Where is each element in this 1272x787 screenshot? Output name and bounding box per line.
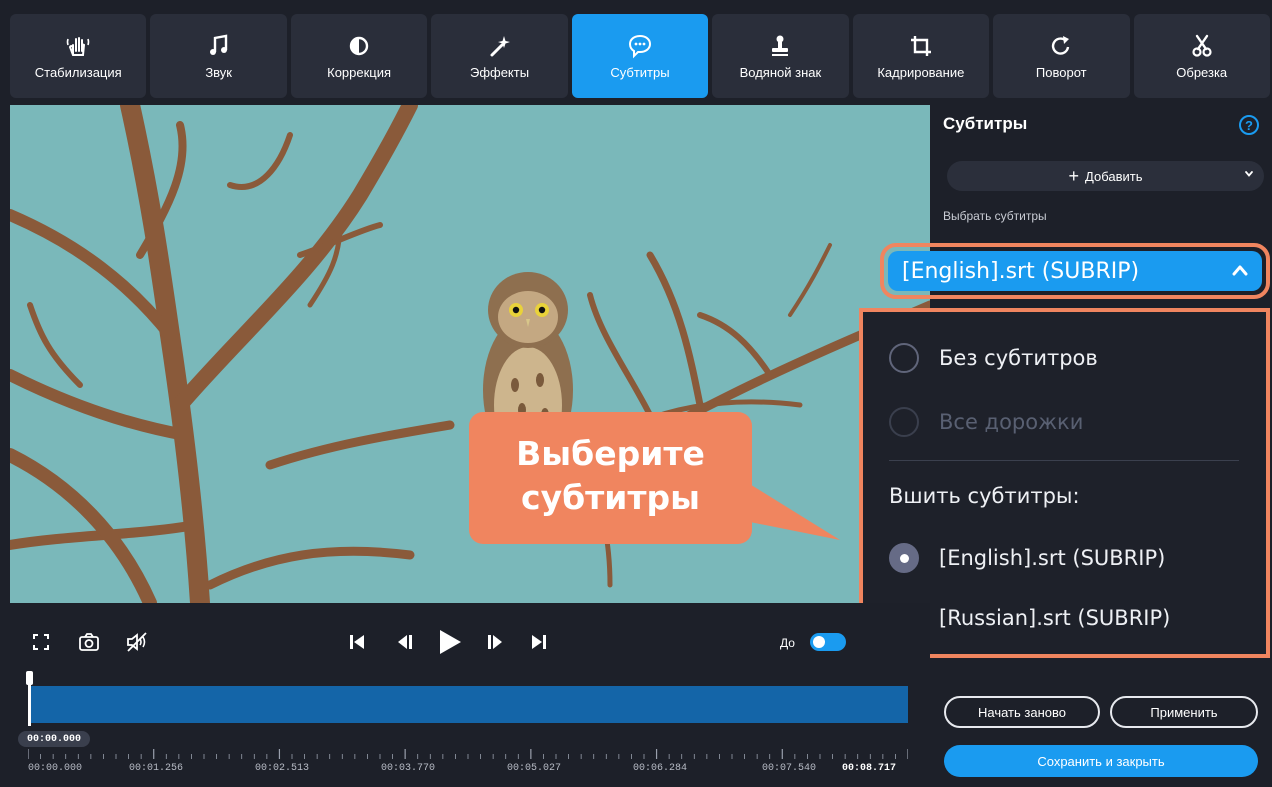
tab-effects[interactable]: Эффекты <box>431 14 568 98</box>
tick-label: 00:01.256 <box>129 763 184 774</box>
option-no-subtitles[interactable]: Без субтитров <box>889 340 1098 376</box>
previous-frame-icon[interactable] <box>394 631 416 653</box>
music-note-icon <box>209 34 227 55</box>
choose-subtitles-label: Выбрать субтитры <box>943 209 1047 223</box>
hint-callout: Выберите субтитры <box>469 412 752 544</box>
subtitle-select-field[interactable]: [English].srt (SUBRIP) <box>888 251 1262 291</box>
tick-label: 00:05.027 <box>507 763 562 774</box>
radio-button-selected[interactable] <box>889 543 919 573</box>
apply-button[interactable]: Применить <box>1110 696 1258 728</box>
mute-icon[interactable] <box>126 631 148 653</box>
tool-tabs: Стабилизация Звук Коррекция Эффекты Субт… <box>10 14 1270 98</box>
fullscreen-icon[interactable] <box>30 631 52 653</box>
crop-icon <box>910 35 931 56</box>
scissors-icon <box>1192 34 1212 57</box>
radio-button <box>889 407 919 437</box>
chevron-up-icon <box>1232 265 1248 276</box>
radio-button[interactable] <box>889 343 919 373</box>
restart-button[interactable]: Начать заново <box>944 696 1100 728</box>
burn-subtitles-label: Вшить субтитры: <box>889 484 1080 508</box>
video-track[interactable] <box>28 686 908 723</box>
tab-rotate[interactable]: Поворот <box>993 14 1130 98</box>
plus-icon: + <box>1068 165 1080 186</box>
tab-watermark[interactable]: Водяной знак <box>712 14 849 98</box>
tab-trim[interactable]: Обрезка <box>1133 14 1270 98</box>
subtitle-select-value: [English].srt (SUBRIP) <box>902 258 1140 284</box>
playback-controls: До <box>10 603 930 663</box>
tab-crop[interactable]: Кадрирование <box>852 14 990 98</box>
rotate-icon <box>1052 35 1070 55</box>
stamp-icon <box>772 35 789 56</box>
current-time-badge: 00:00.000 <box>18 731 90 747</box>
contrast-icon <box>349 36 369 55</box>
help-icon[interactable]: ? <box>1239 115 1259 135</box>
option-russian-srt[interactable]: [Russian].srt (SUBRIP) <box>889 600 1170 636</box>
tab-stabilization[interactable]: Стабилизация <box>10 14 147 98</box>
callout-pointer <box>740 478 840 540</box>
play-icon[interactable] <box>436 628 464 656</box>
tab-subtitles[interactable]: Субтитры <box>571 14 709 98</box>
end-time-label: 00:08.717 <box>842 763 897 774</box>
playhead[interactable] <box>26 671 33 726</box>
tick-label: 00:07.540 <box>762 763 817 774</box>
panel-title: Субтитры <box>943 114 1028 133</box>
next-frame-icon[interactable] <box>484 631 506 653</box>
hand-stabilization-icon <box>66 36 90 56</box>
subtitle-select[interactable]: [English].srt (SUBRIP) <box>880 243 1270 299</box>
chevron-down-icon[interactable] <box>1244 169 1254 179</box>
save-and-close-button[interactable]: Сохранить и закрыть <box>944 745 1258 777</box>
skip-to-start-icon[interactable] <box>346 631 368 653</box>
add-subtitles-button[interactable]: + Добавить <box>947 161 1264 191</box>
tick-label: 00:03.770 <box>381 763 436 774</box>
before-toggle-label: До <box>780 636 795 650</box>
option-english-srt[interactable]: [English].srt (SUBRIP) <box>889 540 1165 576</box>
magic-wand-icon <box>490 35 510 56</box>
tick-label: 00:06.284 <box>633 763 688 774</box>
tick-label: 00:02.513 <box>255 763 310 774</box>
option-all-tracks: Все дорожки <box>889 404 1083 440</box>
video-editor-window: Стабилизация Звук Коррекция Эффекты Субт… <box>0 0 1272 787</box>
skip-to-end-icon[interactable] <box>528 631 550 653</box>
tick-label: 00:00.000 <box>28 763 83 774</box>
speech-bubble-icon <box>628 34 651 58</box>
tab-sound[interactable]: Звук <box>150 14 287 98</box>
camera-icon[interactable] <box>78 631 100 653</box>
divider <box>889 460 1239 461</box>
timeline: 00:00.000 00:00.000 00:01.256 00:02.513 … <box>10 663 930 787</box>
before-after-toggle[interactable] <box>810 633 846 651</box>
tab-correction[interactable]: Коррекция <box>290 14 428 98</box>
time-ruler[interactable] <box>28 749 908 759</box>
